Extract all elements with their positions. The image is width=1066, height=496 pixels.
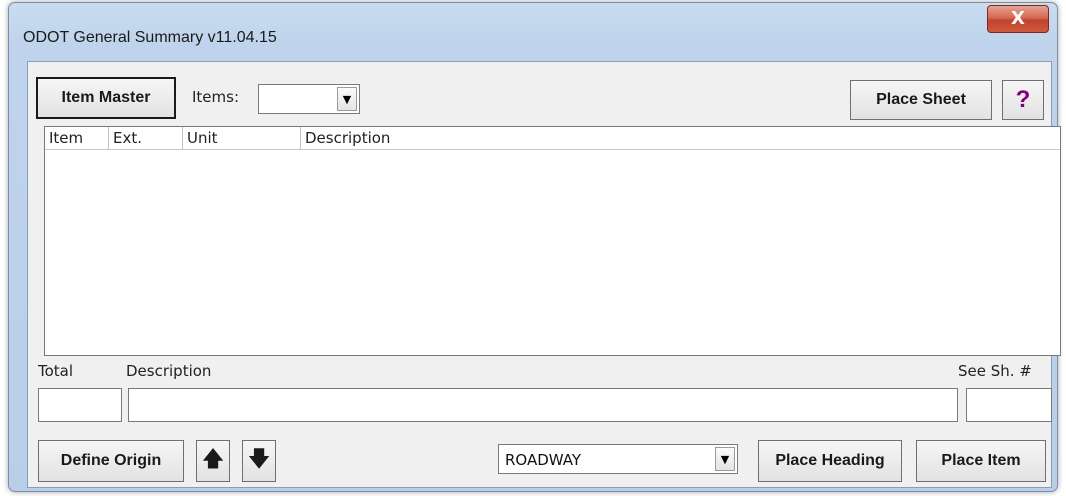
arrow-down-icon: 🡇 (247, 446, 271, 471)
category-dropdown[interactable]: ROADWAY ▼ (498, 444, 738, 474)
move-up-button[interactable]: 🡅 (196, 440, 230, 482)
define-origin-button[interactable]: Define Origin (38, 440, 184, 482)
items-dropdown[interactable]: ▼ (258, 84, 360, 114)
dialog-client-area: Item Master Items: ▼ Place Sheet ? Item … (27, 61, 1061, 488)
place-item-label: Place Item (941, 452, 1021, 469)
column-header-description[interactable]: Description (301, 127, 1060, 149)
move-down-button[interactable]: 🡇 (242, 440, 276, 482)
chevron-down-icon[interactable]: ▼ (715, 447, 735, 471)
window-title: ODOT General Summary v11.04.15 (23, 29, 277, 46)
item-master-label: Item Master (61, 89, 151, 106)
arrow-up-icon: 🡅 (201, 446, 225, 471)
description-label: Description (126, 362, 212, 380)
close-icon: X (1011, 8, 1025, 29)
place-heading-label: Place Heading (775, 452, 885, 469)
item-master-button[interactable]: Item Master (36, 77, 176, 119)
title-bar[interactable]: ODOT General Summary v11.04.15 X (9, 3, 1057, 59)
column-header-item[interactable]: Item (45, 127, 109, 149)
total-label: Total (38, 362, 74, 380)
column-header-unit[interactable]: Unit (183, 127, 301, 149)
help-button[interactable]: ? (1002, 80, 1044, 120)
chevron-down-icon[interactable]: ▼ (337, 87, 357, 111)
category-dropdown-value: ROADWAY (505, 451, 582, 469)
place-sheet-label: Place Sheet (876, 91, 966, 108)
help-icon: ? (1015, 86, 1031, 113)
see-sheet-input[interactable] (966, 388, 1052, 422)
place-heading-button[interactable]: Place Heading (758, 440, 902, 482)
define-origin-label: Define Origin (60, 452, 162, 469)
items-list[interactable]: Item Ext. Unit Description (44, 126, 1061, 356)
place-sheet-button[interactable]: Place Sheet (850, 80, 992, 120)
description-input[interactable] (128, 388, 958, 422)
dialog-window: ODOT General Summary v11.04.15 X Item Ma… (8, 2, 1061, 492)
place-item-button[interactable]: Place Item (916, 440, 1046, 482)
items-label: Items: (192, 88, 240, 106)
close-button[interactable]: X (987, 5, 1049, 33)
column-header-ext[interactable]: Ext. (109, 127, 183, 149)
see-sheet-label: See Sh. # (958, 362, 1032, 380)
total-input[interactable] (38, 388, 122, 422)
list-header: Item Ext. Unit Description (45, 127, 1060, 150)
